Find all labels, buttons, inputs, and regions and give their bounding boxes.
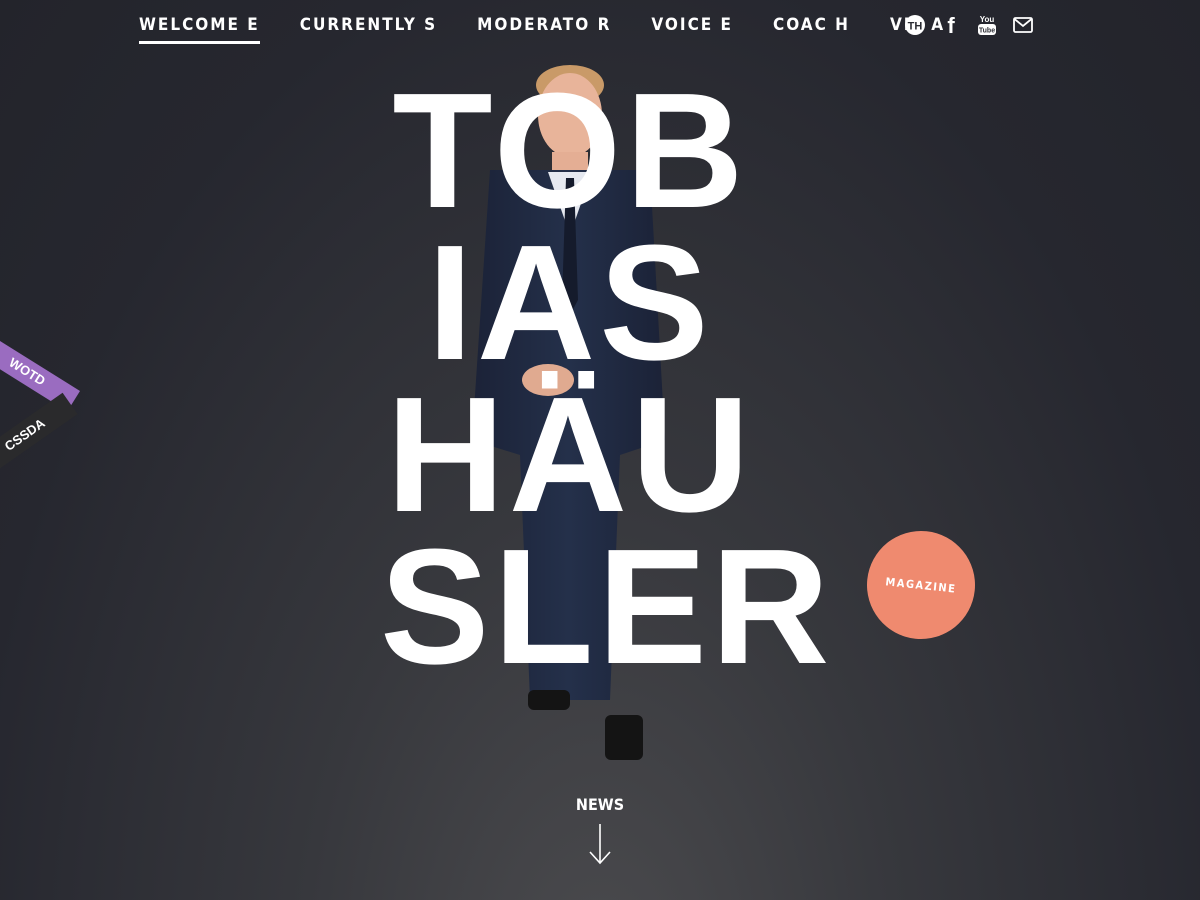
magazine-label: MAGAZINE — [884, 574, 958, 596]
th-logo-text: TH — [908, 21, 923, 33]
th-logo-icon[interactable]: TH — [904, 14, 926, 36]
nav-item-moderator[interactable]: MODERATO R — [477, 15, 611, 44]
hero-name-line: SLER — [380, 515, 834, 698]
hero-name-line: HÄU — [386, 363, 754, 546]
news-label[interactable]: NEWS — [560, 795, 640, 814]
youtube-icon[interactable]: You Tube — [976, 14, 998, 36]
hero-name-line: IAS — [427, 211, 713, 394]
nav-item-welcome[interactable]: WELCOME E — [139, 15, 260, 44]
nav-item-coach[interactable]: COAC H — [773, 15, 850, 44]
hero-name-line: TOB — [392, 59, 748, 242]
youtube-text-top: You — [980, 15, 995, 24]
social-links: TH f You Tube — [904, 14, 1034, 36]
facebook-icon[interactable]: f — [940, 14, 962, 36]
magazine-button[interactable]: MAGAZINE — [861, 525, 981, 645]
nav-item-currently[interactable]: CURRENTLY S — [300, 15, 437, 44]
hero-name: TOB IAS HÄU SLER — [380, 59, 834, 698]
main-nav: WELCOME E CURRENTLY S MODERATO R VOICE E… — [139, 14, 985, 44]
cssda-badge[interactable]: CSSDA — [0, 392, 78, 478]
facebook-text: f — [947, 14, 955, 36]
email-icon[interactable] — [1012, 14, 1034, 36]
wotd-badge[interactable]: WOTD — [0, 332, 81, 412]
arrow-down-icon[interactable] — [588, 822, 612, 866]
nav-item-voice[interactable]: VOICE E — [651, 15, 733, 44]
youtube-text-bottom: Tube — [979, 28, 995, 35]
